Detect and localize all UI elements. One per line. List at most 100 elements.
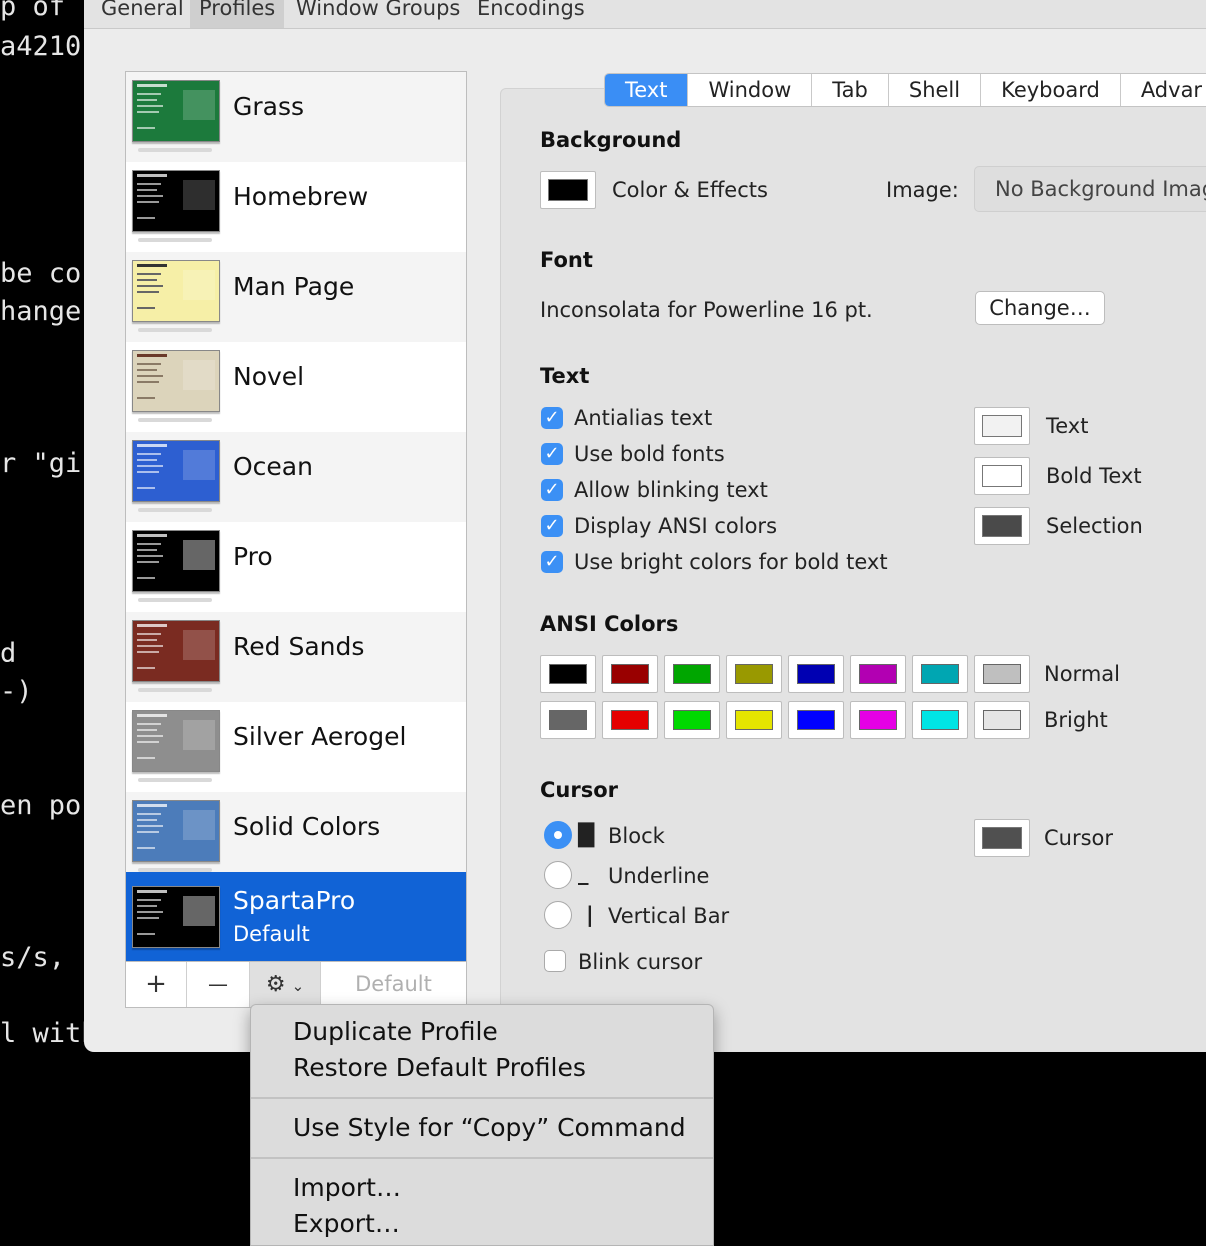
- profile-thumbnail: [132, 530, 220, 592]
- menu-item-import[interactable]: Import…: [293, 1173, 401, 1202]
- ansi-bright-color-7[interactable]: [974, 701, 1030, 739]
- thumbnail-shadow: [138, 598, 212, 602]
- terminal-text: hange: [0, 296, 82, 327]
- cursor-block-radio[interactable]: [544, 821, 572, 849]
- ansi-normal-color-6[interactable]: [912, 655, 968, 693]
- profile-row-solid-colors[interactable]: Solid Colors: [126, 792, 466, 882]
- profile-list-bar: + — ⚙ ⌄ Default: [125, 961, 467, 1008]
- thumbnail-shadow: [138, 238, 212, 242]
- ansi-bright-label: Bright: [1044, 708, 1108, 732]
- cursor-vertical-bar-radio[interactable]: [544, 901, 572, 929]
- bold-text-color-well[interactable]: [974, 457, 1030, 495]
- toolbar-general[interactable]: General: [92, 0, 193, 28]
- ansi-bright-color-0[interactable]: [540, 701, 596, 739]
- selection-color-well[interactable]: [974, 507, 1030, 545]
- ansi-bright-color-1[interactable]: [602, 701, 658, 739]
- color-swatch: [797, 710, 835, 730]
- antialias-label: Antialias text: [574, 406, 713, 430]
- cursor-color-well[interactable]: [974, 819, 1030, 857]
- menu-item-export[interactable]: Export…: [293, 1209, 400, 1238]
- toolbar-window-groups[interactable]: Window Groups: [287, 0, 469, 28]
- cursor-underline-radio[interactable]: [544, 861, 572, 889]
- profile-row-pro[interactable]: Pro: [126, 522, 466, 612]
- bright-bold-checkbox[interactable]: ✓: [541, 551, 563, 573]
- profile-row-red-sands[interactable]: Red Sands: [126, 612, 466, 702]
- tab-shell[interactable]: Shell: [889, 74, 982, 106]
- blinking-text-checkbox[interactable]: ✓: [541, 479, 563, 501]
- color-swatch: [549, 710, 587, 730]
- background-color-well[interactable]: [540, 171, 596, 209]
- ansi-bright-color-3[interactable]: [726, 701, 782, 739]
- profile-name: Red Sands: [233, 632, 365, 661]
- profile-row-novel[interactable]: Novel: [126, 342, 466, 432]
- color-swatch: [859, 664, 897, 684]
- remove-profile-button[interactable]: —: [187, 962, 250, 1007]
- menu-item-duplicate-profile[interactable]: Duplicate Profile: [293, 1017, 498, 1046]
- profile-actions-button[interactable]: ⚙ ⌄: [250, 962, 321, 1007]
- antialias-checkbox[interactable]: ✓: [541, 407, 563, 429]
- profile-name: Grass: [233, 92, 305, 121]
- color-swatch: [921, 664, 959, 684]
- color-swatch: [735, 664, 773, 684]
- toolbar-profiles[interactable]: Profiles: [190, 0, 285, 28]
- profile-row-silver-aerogel[interactable]: Silver Aerogel: [126, 702, 466, 792]
- profile-row-ocean[interactable]: Ocean: [126, 432, 466, 522]
- thumbnail-shadow: [138, 418, 212, 422]
- profile-thumbnail: [132, 710, 220, 772]
- color-swatch: [797, 664, 835, 684]
- profile-list: Grass Homebrew Man Page Novel Ocean Pro: [125, 71, 467, 962]
- ansi-normal-color-5[interactable]: [850, 655, 906, 693]
- profile-row-homebrew[interactable]: Homebrew: [126, 162, 466, 252]
- text-color-well[interactable]: [974, 407, 1030, 445]
- background-image-select[interactable]: No Background Imag: [974, 166, 1206, 212]
- profile-row-man-page[interactable]: Man Page: [126, 252, 466, 342]
- ansi-bright-color-6[interactable]: [912, 701, 968, 739]
- cursor-block-glyph: █: [578, 823, 595, 847]
- add-profile-button[interactable]: +: [126, 962, 187, 1007]
- gear-icon: ⚙: [265, 972, 286, 997]
- menu-item-use-style-for-copy[interactable]: Use Style for “Copy” Command: [293, 1113, 686, 1142]
- cursor-color-label: Cursor: [1044, 826, 1114, 850]
- ansi-bright-color-2[interactable]: [664, 701, 720, 739]
- ansi-normal-color-1[interactable]: [602, 655, 658, 693]
- default-button[interactable]: Default: [321, 962, 466, 1007]
- tab-keyboard[interactable]: Keyboard: [981, 74, 1121, 106]
- preferences-window: General Profiles Window Groups Encodings…: [84, 0, 1206, 1052]
- ansi-normal-color-0[interactable]: [540, 655, 596, 693]
- terminal-text: l with: [0, 1018, 98, 1049]
- toolbar: General Profiles Window Groups Encodings: [84, 0, 1206, 29]
- profile-row-grass[interactable]: Grass: [126, 72, 466, 162]
- image-label: Image:: [886, 178, 959, 202]
- ansi-normal-color-4[interactable]: [788, 655, 844, 693]
- ansi-normal-color-7[interactable]: [974, 655, 1030, 693]
- color-swatch: [859, 710, 897, 730]
- profile-row-spartapro[interactable]: SpartaPro Default: [126, 872, 466, 962]
- change-font-button[interactable]: Change…: [975, 291, 1105, 325]
- tab-advanced[interactable]: Advar: [1121, 74, 1206, 106]
- ansi-colors-checkbox[interactable]: ✓: [541, 515, 563, 537]
- profile-name: Ocean: [233, 452, 313, 481]
- color-swatch: [611, 664, 649, 684]
- color-swatch: [983, 710, 1021, 730]
- color-swatch: [673, 664, 711, 684]
- cursor-block-label: Block: [608, 824, 665, 848]
- ansi-normal-color-3[interactable]: [726, 655, 782, 693]
- color-swatch: [549, 664, 587, 684]
- ansi-bright-color-4[interactable]: [788, 701, 844, 739]
- profile-thumbnail: [132, 440, 220, 502]
- terminal-text: d: [0, 638, 17, 669]
- color-swatch: [921, 710, 959, 730]
- ansi-bright-color-5[interactable]: [850, 701, 906, 739]
- tab-tab[interactable]: Tab: [812, 74, 889, 106]
- toolbar-encodings[interactable]: Encodings: [468, 0, 594, 28]
- blink-cursor-checkbox[interactable]: [544, 950, 566, 972]
- cursor-vertical-bar-glyph: |: [586, 903, 594, 927]
- bold-fonts-checkbox[interactable]: ✓: [541, 443, 563, 465]
- thumbnail-shadow: [138, 328, 212, 332]
- tab-text[interactable]: Text: [605, 74, 689, 106]
- menu-separator: [251, 1097, 713, 1099]
- ansi-normal-color-2[interactable]: [664, 655, 720, 693]
- tab-window[interactable]: Window: [688, 74, 813, 106]
- terminal-text: be co: [0, 258, 82, 289]
- menu-item-restore-default-profiles[interactable]: Restore Default Profiles: [293, 1053, 586, 1082]
